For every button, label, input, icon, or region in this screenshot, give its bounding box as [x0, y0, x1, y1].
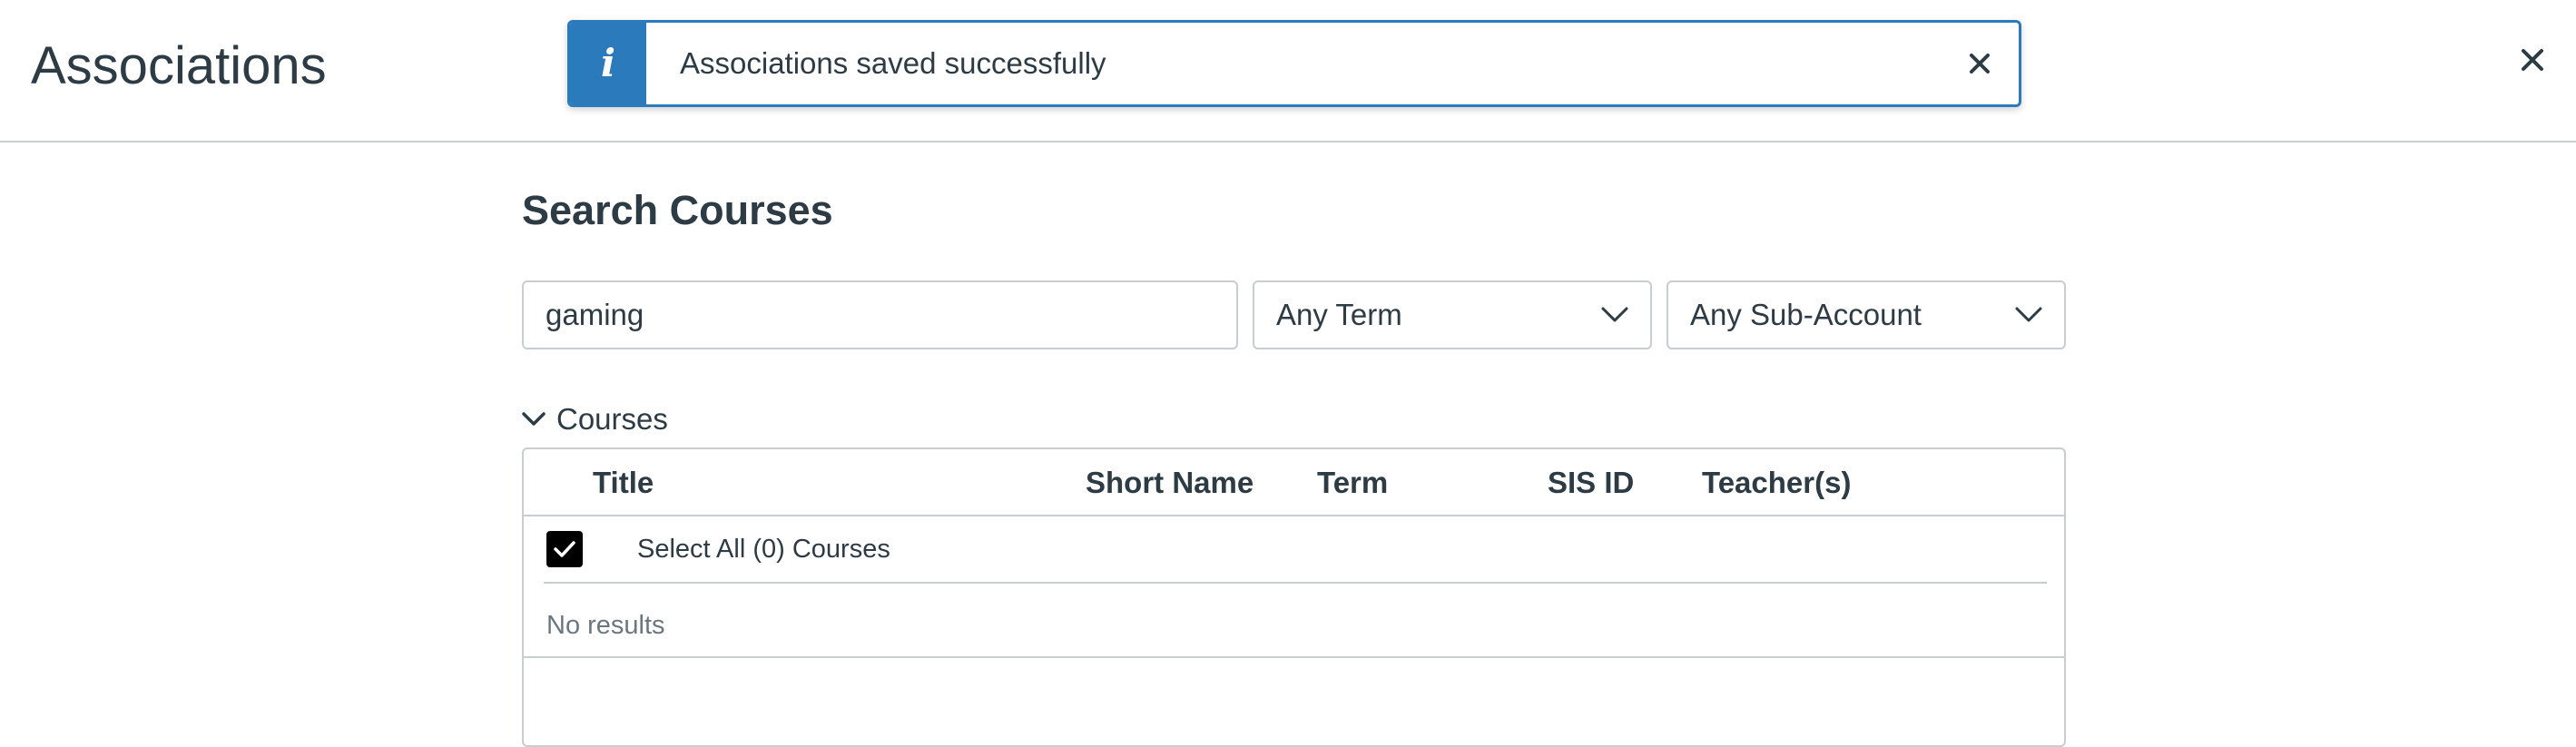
close-button[interactable]: [2514, 42, 2551, 78]
courses-toggle-label: Courses: [556, 402, 668, 436]
close-icon: [2522, 49, 2543, 71]
column-header-title: Title: [593, 466, 654, 499]
term-select-value: Any Term: [1276, 298, 1402, 331]
success-alert: i Associations saved successfully: [567, 20, 2021, 107]
row-divider: [544, 582, 2047, 584]
alert-close-button[interactable]: [1964, 48, 1995, 79]
no-results-text: No results: [546, 611, 665, 640]
search-courses-heading: Search Courses: [522, 187, 833, 233]
column-header-short-name: Short Name: [1086, 466, 1254, 499]
select-all-checkbox[interactable]: [546, 531, 583, 567]
term-select[interactable]: Any Term: [1253, 280, 1652, 349]
close-icon: [1970, 54, 1990, 74]
info-icon: i: [601, 41, 615, 85]
column-header-term: Term: [1317, 466, 1389, 499]
courses-table: Title Short Name Term SIS ID Teacher(s) …: [522, 447, 2066, 747]
footer-divider: [524, 656, 2064, 658]
column-header-sis-id: SIS ID: [1548, 466, 1635, 499]
course-search-input[interactable]: [522, 280, 1238, 349]
checkmark-icon: [554, 541, 575, 557]
chevron-down-icon: [522, 412, 546, 426]
subaccount-select[interactable]: Any Sub-Account: [1667, 280, 2066, 349]
header-divider: [524, 515, 2064, 516]
alert-icon-box: i: [570, 23, 646, 104]
chevron-down-icon: [1601, 307, 1628, 322]
column-header-teachers: Teacher(s): [1702, 466, 1852, 499]
alert-message: Associations saved successfully: [680, 46, 1106, 80]
chevron-down-icon: [2015, 307, 2042, 322]
subaccount-select-value: Any Sub-Account: [1690, 298, 1922, 331]
courses-toggle[interactable]: Courses: [522, 399, 668, 439]
select-all-label: Select All (0) Courses: [637, 535, 890, 564]
page-title: Associations: [31, 36, 327, 95]
